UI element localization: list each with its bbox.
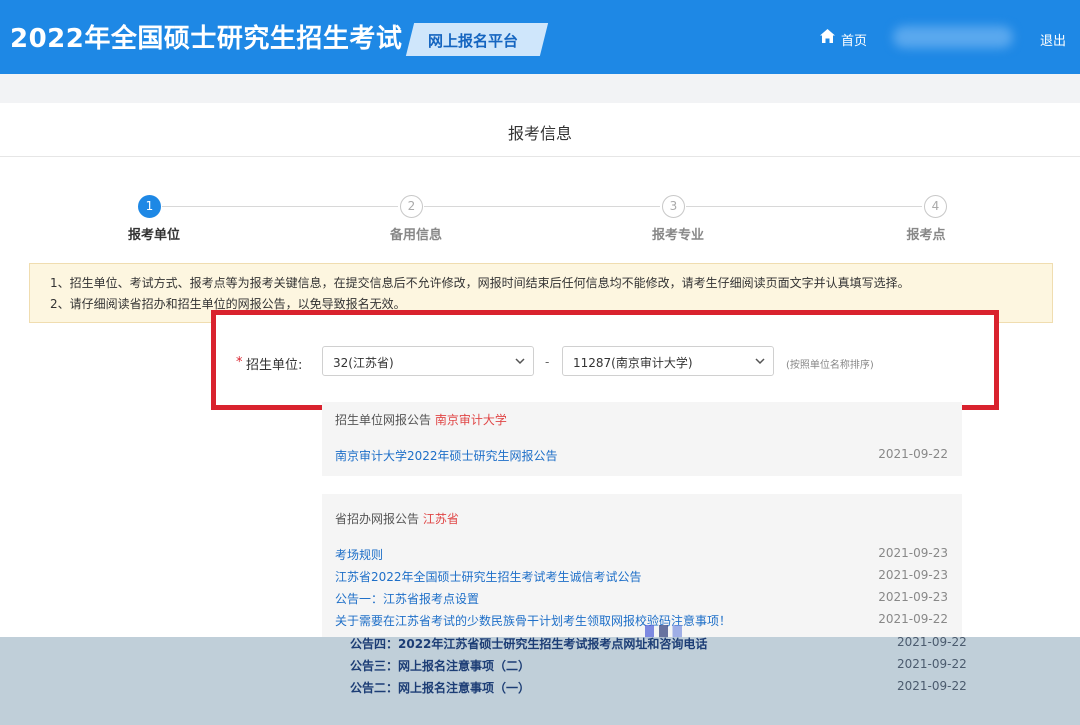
logout-link[interactable]: 退出 xyxy=(1040,30,1066,49)
province-notice-link[interactable]: 公告一：江苏省报考点设置 xyxy=(335,590,479,607)
chevron-down-icon xyxy=(755,358,765,365)
step-2-circle: 2 xyxy=(400,195,423,218)
overlay-notice-date: 2021-09-22 xyxy=(897,679,967,693)
province-notice-date: 2021-09-23 xyxy=(878,546,948,560)
school-field-label: 招生单位: xyxy=(246,358,303,373)
province-notice-link[interactable]: 江苏省2022年全国硕士研究生招生考试考生诚信考试公告 xyxy=(335,568,642,585)
province-notices-panel: 省招办网报公告 江苏省 考场规则 2021-09-23 江苏省2022年全国硕士… xyxy=(322,494,962,637)
school-notices-panel: 招生单位网报公告 南京审计大学 南京审计大学2022年硕士研究生网报公告 202… xyxy=(322,402,962,476)
site-title: 2022年全国硕士研究生招生考试 xyxy=(10,24,403,54)
school-notice-link[interactable]: 南京审计大学2022年硕士研究生网报公告 xyxy=(335,447,558,464)
province-select[interactable]: 32(江苏省) xyxy=(322,346,534,376)
overlay-notice-link[interactable]: 公告二：网上报名注意事项（一） xyxy=(350,679,530,696)
province-notice-date: 2021-09-23 xyxy=(878,590,948,604)
page-title: 报考信息 xyxy=(507,124,572,143)
step-connector xyxy=(162,206,398,207)
school-select[interactable]: 11287(南京审计大学) xyxy=(562,346,774,376)
overlay-notice-link[interactable]: 公告三：网上报名注意事项（二） xyxy=(350,657,530,674)
select-separator: - xyxy=(545,355,550,369)
school-notices-header: 招生单位网报公告 南京审计大学 xyxy=(335,411,507,428)
step-4-label: 报考点 xyxy=(906,228,946,243)
step-4-circle: 4 xyxy=(924,195,947,218)
school-notices-header-school: 南京审计大学 xyxy=(434,413,507,427)
province-notice-date: 2021-09-23 xyxy=(878,568,948,582)
platform-label: 网上报名平台 xyxy=(428,32,519,50)
redacted-user-name xyxy=(893,26,1013,48)
notice-line-1: 1、招生单位、考试方式、报考点等为报考关键信息，在提交信息后不允许修改，网报时间… xyxy=(50,276,910,290)
step-1-label: 报考单位 xyxy=(127,228,180,243)
overlay-notice-date: 2021-09-22 xyxy=(897,635,967,649)
province-notice-date: 2021-09-22 xyxy=(878,612,948,626)
school-notice-date: 2021-09-22 xyxy=(878,447,948,461)
step-3-label: 报考专业 xyxy=(651,228,704,243)
home-link[interactable]: 首页 xyxy=(841,30,867,49)
step-connector xyxy=(686,206,922,207)
title-divider xyxy=(0,156,1080,157)
step-2-label: 备用信息 xyxy=(389,228,442,243)
chevron-down-icon xyxy=(515,358,525,365)
overlay-notice-date: 2021-09-22 xyxy=(897,657,967,671)
sort-note: (按照单位名称排序) xyxy=(786,360,874,371)
home-icon[interactable] xyxy=(820,29,835,43)
school-select-value: 11287(南京审计大学) xyxy=(573,356,693,370)
overlay-notice-link[interactable]: 公告四：2022年江苏省硕士研究生招生考试报考点网址和咨询电话 xyxy=(350,635,707,652)
step-1-circle: 1 xyxy=(138,195,161,218)
required-mark: * xyxy=(236,355,243,370)
top-header: 2022年全国硕士研究生招生考试 网上报名平台 首页 退出 xyxy=(0,0,1080,74)
province-notices-header-prefix: 省招办网报公告 xyxy=(335,512,420,526)
province-select-value: 32(江苏省) xyxy=(333,356,394,370)
school-notices-header-prefix: 招生单位网报公告 xyxy=(335,413,432,427)
bottom-overlay: 公告四：2022年江苏省硕士研究生招生考试报考点网址和咨询电话 2021-09-… xyxy=(0,635,1080,725)
province-notice-link[interactable]: 考场规则 xyxy=(335,546,383,563)
province-notices-header-province: 江苏省 xyxy=(422,512,459,526)
step-3-circle: 3 xyxy=(662,195,685,218)
step-connector xyxy=(424,206,660,207)
province-notices-header: 省招办网报公告 江苏省 xyxy=(335,510,459,527)
